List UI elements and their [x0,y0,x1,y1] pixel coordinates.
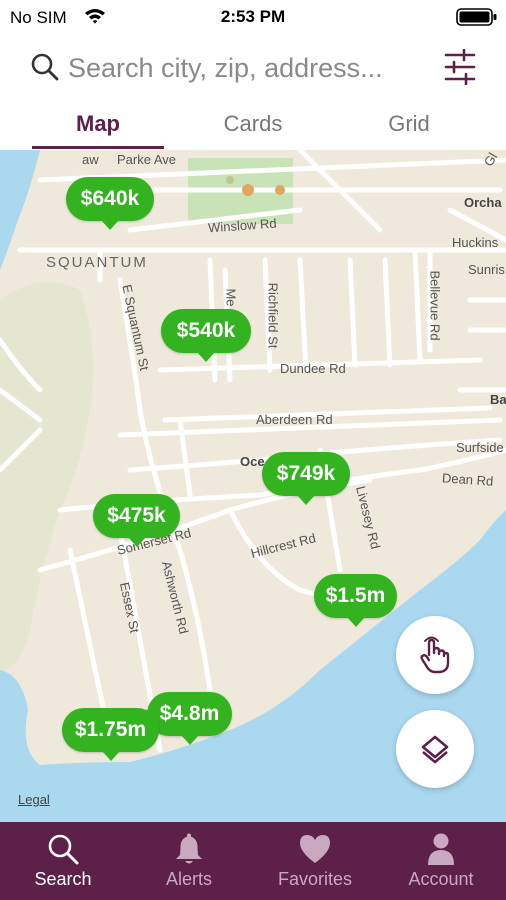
tab-map[interactable]: Map [32,100,164,150]
layers-icon [421,735,449,764]
nav-account[interactable]: Account [378,822,504,900]
bell-icon [176,833,202,864]
nav-alerts[interactable]: Alerts [126,822,252,900]
street-label: Bellevue Rd [427,270,443,341]
nav-label: Account [408,869,474,889]
tab-grid[interactable]: Grid [346,100,472,150]
search-input[interactable] [68,48,428,88]
search-icon [48,834,79,865]
map-view[interactable]: Parke Ave aw Winslow Rd SQUANTUM E Squan… [0,150,506,822]
price-pin[interactable]: $1.75m [62,708,159,761]
nav-label: Favorites [277,869,353,889]
street-label: Surfside [456,440,504,455]
tab-cards[interactable]: Cards [188,100,318,150]
heart-icon [300,835,330,863]
price-pin[interactable]: $475k [93,494,180,547]
street-label: Sunris [468,262,505,277]
search-bar [0,40,506,96]
street-label: Me [223,288,239,307]
draw-search-button[interactable] [396,616,474,694]
map-layers-button[interactable] [396,710,474,788]
place-label: SQUANTUM [46,254,148,271]
legal-link[interactable]: Legal [18,792,50,807]
street-label: Oce [240,454,265,469]
active-tab-indicator [32,146,164,149]
sliders-icon[interactable] [444,49,476,85]
street-label: Parke Ave [117,152,177,167]
view-tabs: Map Cards Grid [0,100,506,150]
street-label: Orcha [464,195,502,210]
street-label: aw [82,152,99,167]
price-pin[interactable]: $640k [66,177,154,230]
price-pin[interactable]: $749k [262,452,350,505]
status-bar: No SIM 2:53 PM [0,0,506,34]
street-label: Dundee Rd [280,361,346,376]
nav-search[interactable]: Search [0,822,126,900]
nav-favorites[interactable]: Favorites [252,822,378,900]
street-label: Ba [490,392,506,407]
street-label: Huckins [452,235,499,250]
price-pin[interactable]: $4.8m [147,692,232,745]
search-icon [31,53,59,81]
price-pin[interactable]: $1.5m [314,574,397,627]
person-icon [428,833,454,865]
bottom-nav: Search Alerts Favorites Account [0,822,506,900]
hand-pointer-icon [420,636,450,674]
price-pin[interactable]: $540k [161,309,251,362]
nav-label: Alerts [165,869,212,889]
street-label: Aberdeen Rd [256,412,333,427]
battery-icon [456,8,497,26]
street-label: Richfield St [265,282,281,349]
clock: 2:53 PM [220,7,286,26]
nav-label: Search [34,869,92,889]
